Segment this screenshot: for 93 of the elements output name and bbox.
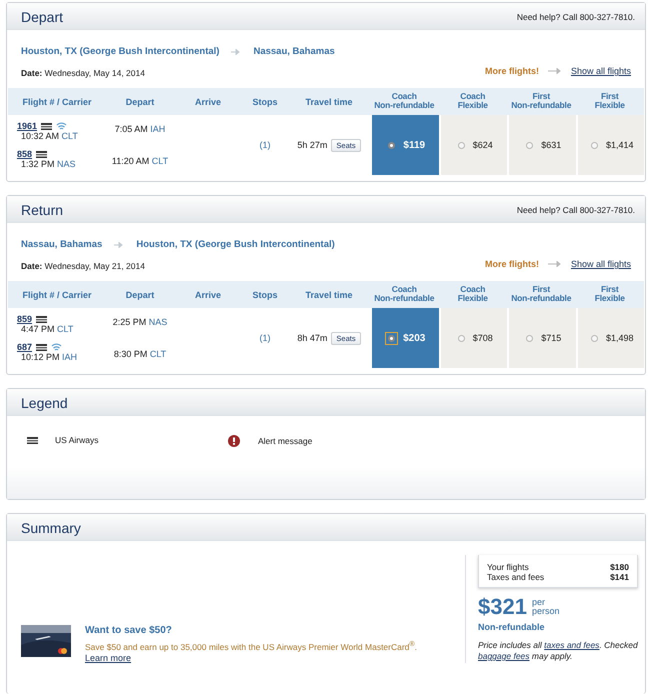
more-flights-label: More flights! bbox=[484, 259, 539, 269]
radio-button[interactable] bbox=[590, 334, 598, 342]
flight-number-link[interactable]: 687 bbox=[17, 342, 32, 352]
column-header: First Flexible bbox=[576, 281, 644, 308]
per-person-label: per person bbox=[532, 598, 560, 616]
panel-title: Summary bbox=[21, 520, 81, 536]
destination-city: Houston, TX (George Bush Intercontinental) bbox=[136, 239, 335, 250]
radio-button[interactable] bbox=[590, 142, 598, 148]
column-header: Coach Flexible bbox=[438, 281, 507, 308]
stops-count: (1) bbox=[260, 333, 270, 343]
promo-text: Save $50 and earn up to 35,000 miles with the US Airways Premier World MasterCard$^{®}$. bbox=[85, 640, 418, 652]
show-all-flights-link[interactable]: Show all flights bbox=[570, 66, 631, 76]
radio-button[interactable] bbox=[388, 142, 396, 148]
fare-option[interactable]: $1,414 bbox=[576, 115, 644, 175]
arrival-time: 10:32 AM CLT bbox=[20, 131, 79, 141]
origin-city: Nassau, Bahamas bbox=[21, 239, 102, 250]
column-header: Travel time bbox=[288, 88, 370, 115]
price-note: Price includes all taxes and fees. Checked baggage fees may apply. bbox=[478, 640, 639, 662]
travel-time: 8h 47m bbox=[297, 333, 328, 343]
arrow-icon bbox=[548, 68, 562, 74]
fees-link[interactable]: baggage fees bbox=[478, 651, 530, 662]
fare-option[interactable]: $624 bbox=[438, 115, 507, 175]
column-header: First Non-refundable bbox=[507, 281, 576, 308]
column-header: Flight # / Carrier bbox=[8, 281, 106, 308]
travel-date: Date: Wednesday, May 21, 2014 bbox=[21, 261, 146, 271]
legend-label: Alert message bbox=[258, 436, 312, 446]
fare-option[interactable]: $715 bbox=[507, 308, 576, 368]
flight-number-link[interactable]: 1961 bbox=[17, 121, 38, 131]
alert-icon bbox=[228, 435, 240, 447]
arrow-icon bbox=[114, 242, 124, 248]
column-header: Arrive bbox=[174, 281, 242, 308]
legend-label: US Airways bbox=[55, 435, 98, 445]
column-header: First Non-refundable bbox=[507, 88, 576, 115]
fare-type: Non-refundable bbox=[478, 622, 546, 632]
panel-title: Depart bbox=[21, 9, 64, 25]
fees-link[interactable]: taxes and fees bbox=[544, 640, 600, 650]
arrow-icon bbox=[548, 261, 562, 267]
radio-button[interactable] bbox=[526, 142, 534, 148]
radio-button[interactable] bbox=[388, 334, 396, 342]
travel-time: 5h 27m bbox=[297, 140, 328, 150]
arrival-time: 1:32 PM NAS bbox=[20, 159, 77, 169]
breakdown-amount: $180 bbox=[610, 562, 629, 572]
panel-title: Return bbox=[21, 202, 64, 218]
origin-city: Houston, TX (George Bush Intercontinental) bbox=[21, 46, 220, 57]
flight-number-link[interactable]: 858 bbox=[17, 149, 32, 159]
fare-option[interactable]: $708 bbox=[438, 308, 507, 368]
more-flights-label: More flights! bbox=[484, 66, 539, 76]
fare-option[interactable]: $1,498 bbox=[576, 308, 644, 368]
column-header: First Flexible bbox=[576, 88, 644, 115]
arrival-time: 10:12 PM IAH bbox=[20, 352, 78, 362]
column-header: Depart bbox=[106, 88, 174, 115]
departure-time: 11:20 AM CLT bbox=[112, 156, 168, 166]
column-header: Depart bbox=[106, 281, 174, 308]
radio-button[interactable] bbox=[458, 334, 465, 342]
departure-time: 2:25 PM NAS bbox=[112, 317, 168, 327]
column-header: Coach Non-refundable bbox=[370, 281, 438, 308]
destination-city: Nassau, Bahamas bbox=[253, 46, 335, 57]
arrival-time: 4:47 PM CLT bbox=[20, 324, 74, 334]
fare-option[interactable]: $203 bbox=[370, 308, 438, 368]
departure-time: 8:30 PM CLT bbox=[114, 349, 166, 359]
flag-icon bbox=[36, 150, 48, 158]
flag-icon bbox=[36, 316, 48, 322]
radio-button[interactable] bbox=[526, 334, 534, 342]
learn-more-link[interactable]: Learn more bbox=[85, 652, 132, 663]
travel-date: Date: Wednesday, May 14, 2014 bbox=[21, 68, 146, 78]
wifi-icon bbox=[51, 342, 62, 352]
breakdown-label: Taxes and fees bbox=[487, 572, 544, 582]
help-text: Need help? Call 800-327-7810. bbox=[516, 205, 635, 215]
breakdown-amount: $141 bbox=[610, 572, 629, 582]
fare-option[interactable]: $631 bbox=[507, 115, 576, 175]
column-header: Stops bbox=[242, 88, 288, 115]
flag-icon bbox=[27, 436, 38, 444]
wifi-icon bbox=[56, 121, 68, 131]
arrow-icon bbox=[231, 48, 242, 54]
column-header: Coach Flexible bbox=[438, 88, 507, 115]
radio-button[interactable] bbox=[458, 142, 465, 148]
breakdown-label: Your flights bbox=[487, 562, 529, 572]
column-header: Arrive bbox=[174, 88, 242, 115]
departure-time: 7:05 AM IAH bbox=[114, 124, 166, 134]
column-header: Travel time bbox=[288, 281, 370, 308]
column-header: Flight # / Carrier bbox=[8, 88, 106, 115]
column-header: Coach Non-refundable bbox=[370, 88, 438, 115]
stops-count: (1) bbox=[260, 140, 270, 150]
fare-option[interactable]: $119 bbox=[370, 115, 438, 175]
column-header: Stops bbox=[242, 281, 288, 308]
help-text: Need help? Call 800-327-7810. bbox=[516, 12, 635, 22]
flight-number-link[interactable]: 859 bbox=[17, 314, 32, 324]
total-price: $321 bbox=[478, 594, 527, 620]
flag-icon bbox=[36, 344, 48, 350]
flag-icon bbox=[41, 122, 52, 130]
show-all-flights-link[interactable]: Show all flights bbox=[570, 259, 631, 269]
promo-title: Want to save $50? bbox=[85, 625, 173, 636]
panel-title: Legend bbox=[21, 395, 68, 411]
